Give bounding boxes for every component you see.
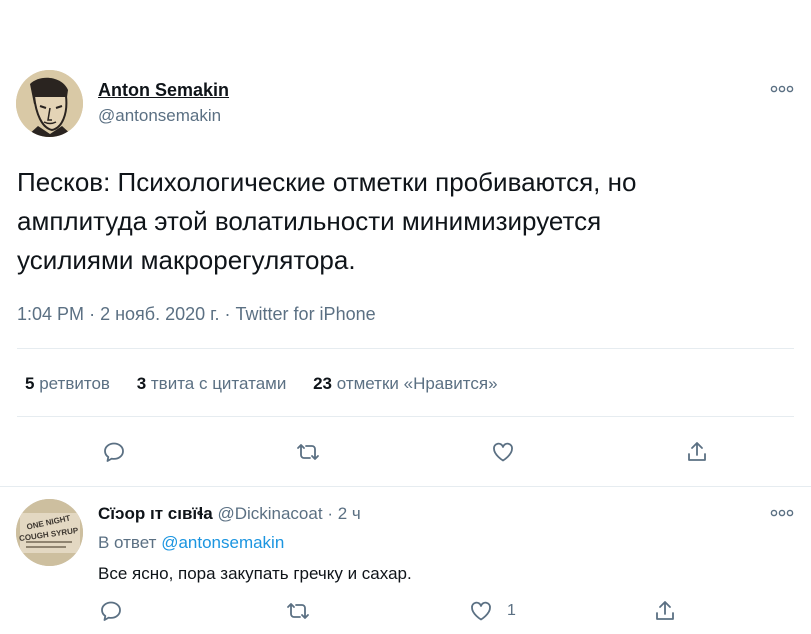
tweet-source[interactable]: Twitter for iPhone <box>236 304 376 324</box>
tweet-meta: 1:04 PM · 2 нояб. 2020 г. · Twitter for … <box>17 304 376 325</box>
tweet-date[interactable]: 2 нояб. 2020 г. <box>100 304 219 324</box>
separator-dot: · <box>89 304 96 324</box>
like-button[interactable] <box>466 596 496 626</box>
reply-to-line: В ответ @antonsemakin <box>98 533 284 553</box>
avatar[interactable] <box>16 70 83 137</box>
retweets-stat[interactable]: 5 ретвитов <box>25 374 115 393</box>
tweet-text-line: Песков: Психологические отметки пробиваю… <box>17 167 637 197</box>
reply-time[interactable]: 2 ч <box>338 504 361 523</box>
reply-to-handle[interactable]: @antonsemakin <box>161 533 284 552</box>
retweet-icon <box>297 444 319 460</box>
tweet-text-line: усилиями макрорегулятора. <box>17 245 356 275</box>
likes-label: отметки «Нравится» <box>336 374 498 393</box>
tweet-text: Песков: Психологические отметки пробиваю… <box>17 163 636 280</box>
quotes-stat[interactable]: 3 твита с цитатами <box>137 374 291 393</box>
more-options-icon[interactable] <box>770 508 794 518</box>
reply-icon <box>101 601 121 621</box>
divider <box>17 348 794 349</box>
retweet-icon <box>287 603 309 619</box>
divider <box>17 416 794 417</box>
quotes-count: 3 <box>136 374 147 393</box>
share-button[interactable] <box>650 596 680 626</box>
quotes-label: твита с цитатами <box>150 374 287 393</box>
avatar-drawing <box>16 70 83 137</box>
retweets-label: ретвитов <box>39 374 110 393</box>
reply-icon <box>104 442 124 462</box>
like-icon <box>471 601 491 621</box>
retweet-button[interactable] <box>293 437 323 467</box>
divider <box>0 486 811 487</box>
reply-button[interactable] <box>96 596 126 626</box>
more-options-icon[interactable] <box>770 84 794 94</box>
like-button[interactable] <box>488 437 518 467</box>
avatar-drawing: ONE NIGHT COUGH SYRUP <box>16 499 83 566</box>
reply-button[interactable] <box>99 437 129 467</box>
separator-dot: · <box>327 504 333 523</box>
like-icon <box>493 442 513 462</box>
reply-to-label: В ответ <box>98 533 157 552</box>
reply-author-handle[interactable]: @Dickinacoat <box>217 504 322 523</box>
author-name[interactable]: Anton Semakin <box>98 80 229 101</box>
likes-stat[interactable]: 23 отметки «Нравится» <box>313 374 497 393</box>
separator-dot: · <box>224 304 231 324</box>
tweet-text-line: амплитуда этой волатильности минимизируе… <box>17 206 602 236</box>
likes-count: 23 <box>313 374 332 393</box>
tweet-time[interactable]: 1:04 PM <box>17 304 84 324</box>
retweet-button[interactable] <box>283 596 313 626</box>
reply-like-count: 1 <box>507 602 516 619</box>
share-button[interactable] <box>682 437 712 467</box>
reply-header: Сїɔор ıт сıвїɬа @Dickinacoat · 2 ч <box>98 504 361 524</box>
share-icon <box>688 442 706 461</box>
reply-text: Все ясно, пора закупать гречку и сахар. <box>98 564 412 583</box>
share-icon <box>656 601 674 620</box>
reply-avatar[interactable]: ONE NIGHT COUGH SYRUP <box>16 499 83 566</box>
retweets-count: 5 <box>25 374 35 393</box>
author-handle[interactable]: @antonsemakin <box>98 106 221 126</box>
reply-author-name[interactable]: Сїɔор ıт сıвїɬа <box>98 504 213 523</box>
tweet-stats: 5 ретвитов 3 твита с цитатами 23 отметки… <box>25 374 498 394</box>
